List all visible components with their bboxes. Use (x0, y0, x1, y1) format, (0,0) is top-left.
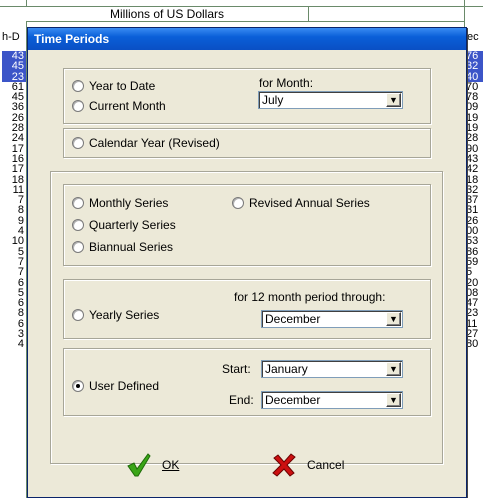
calendar-year-group: Calendar Year (Revised) (63, 128, 431, 158)
yearly-series-radio[interactable] (72, 309, 84, 321)
monthly-series-radio[interactable] (72, 197, 84, 209)
year-to-date-label[interactable]: Year to Date (89, 79, 155, 93)
dialog-title: Time Periods (34, 32, 110, 46)
period-through-value: December (265, 312, 321, 326)
quarterly-series-radio[interactable] (72, 219, 84, 231)
chevron-down-icon[interactable]: ▼ (386, 362, 401, 376)
start-month-dropdown[interactable]: January ▼ (261, 360, 403, 378)
checkmark-icon (127, 453, 151, 477)
ok-button[interactable]: OK (126, 450, 179, 480)
header-cell-millions[interactable]: Millions of US Dollars (26, 6, 309, 22)
current-month-radio[interactable] (72, 100, 84, 112)
left-value-column: 43 45 23 61 45 36 26 28 24 17 16 17 18 11 7 8 9 4 10 5 7 7 6 5 6… (2, 50, 26, 350)
period-group: Year to Date Current Month for Month: Ju… (63, 68, 431, 124)
user-defined-group: User Defined Start: January ▼ End: Decem… (63, 348, 431, 416)
user-defined-label[interactable]: User Defined (89, 379, 159, 393)
left-column-header[interactable]: h-D (2, 31, 26, 42)
header-cell-empty[interactable] (309, 6, 465, 22)
time-periods-dialog: Time Periods Year to Date Current Month … (27, 27, 467, 498)
left-cell[interactable]: 7 (2, 267, 26, 278)
dialog-title-bar[interactable]: Time Periods (28, 28, 466, 50)
chevron-down-icon[interactable]: ▼ (386, 393, 401, 407)
calendar-year-radio[interactable] (72, 137, 84, 149)
right-cell[interactable]: 80 (465, 339, 483, 350)
biannual-series-radio[interactable] (72, 241, 84, 253)
twelve-month-period-label: for 12 month period through: (234, 290, 386, 304)
for-month-value: July (262, 93, 284, 107)
end-month-value: December (265, 393, 321, 407)
yearly-series-label[interactable]: Yearly Series (89, 308, 159, 322)
cancel-button-label: Cancel (307, 458, 345, 472)
right-value-column: 76 32 40 70 78 09 19 19 28 90 43 42 18 32 37 31 26 00 53 86… (465, 51, 483, 350)
end-month-dropdown[interactable]: December ▼ (261, 391, 403, 409)
calendar-year-label[interactable]: Calendar Year (Revised) (89, 136, 220, 150)
revised-annual-series-label[interactable]: Revised Annual Series (249, 196, 370, 210)
for-month-label: for Month: (259, 76, 314, 90)
chevron-down-icon[interactable]: ▼ (386, 93, 401, 107)
series-group: Monthly Series Quarterly Series Biannual… (63, 184, 431, 266)
monthly-series-label[interactable]: Monthly Series (89, 196, 168, 210)
start-label: Start: (222, 362, 251, 376)
left-cell[interactable]: 4 (2, 339, 26, 350)
yearly-series-group: for 12 month period through: Yearly Seri… (63, 279, 431, 339)
right-cell[interactable]: 5 (465, 267, 483, 278)
quarterly-series-label[interactable]: Quarterly Series (89, 218, 176, 232)
year-to-date-radio[interactable] (72, 80, 84, 92)
cancel-button[interactable]: Cancel (271, 450, 344, 480)
ok-button-label: OK (162, 458, 180, 472)
x-icon (272, 453, 296, 477)
biannual-series-label[interactable]: Biannual Series (89, 240, 173, 254)
end-label: End: (229, 393, 254, 407)
revised-annual-series-radio[interactable] (232, 197, 244, 209)
right-column-header[interactable]: ec (467, 31, 483, 42)
period-through-dropdown[interactable]: December ▼ (261, 310, 403, 328)
user-defined-radio[interactable] (72, 380, 84, 392)
for-month-dropdown[interactable]: July ▼ (258, 91, 403, 109)
start-month-value: January (265, 362, 308, 376)
chevron-down-icon[interactable]: ▼ (386, 312, 401, 326)
current-month-label[interactable]: Current Month (89, 99, 166, 113)
